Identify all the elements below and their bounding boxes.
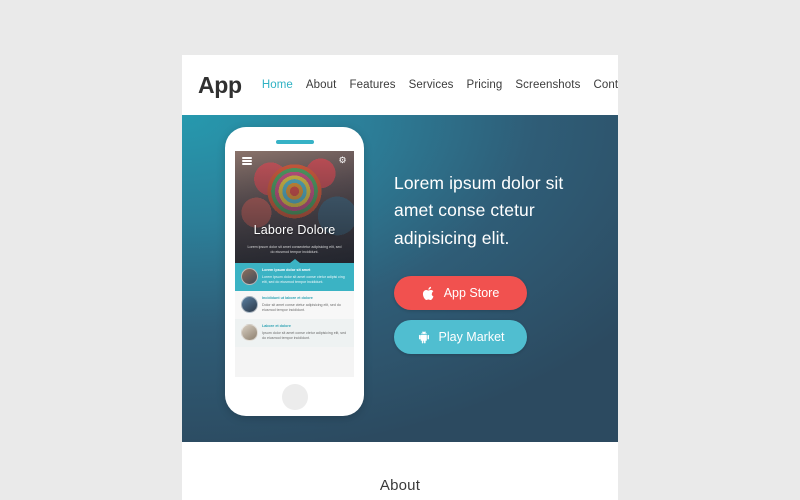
site-header: App Home About Features Services Pricing…	[182, 55, 618, 115]
list-item-title: Labore et dolore	[262, 324, 291, 329]
hamburger-menu-icon[interactable]	[242, 157, 252, 165]
avatar	[241, 268, 258, 285]
play-market-button[interactable]: Play Market	[394, 320, 527, 354]
list-item[interactable]: Incididunt ut labore et dolore Dolor sit…	[235, 291, 354, 320]
list-item-title: Incididunt ut labore et dolore	[262, 296, 313, 301]
gear-icon[interactable]: ⚙	[338, 156, 347, 165]
hero-actions: App Store Play Market	[394, 276, 527, 354]
about-section: About	[182, 442, 618, 500]
play-market-label: Play Market	[438, 330, 505, 344]
avatar	[241, 296, 258, 314]
phone-screen-subtitle: Lorem ipsum dolor sit amet consectetur a…	[247, 244, 342, 255]
nav-link-contact[interactable]: Contact	[593, 79, 618, 91]
hero-copy: Lorem ipsum dolor sit amet conse ctetur …	[394, 170, 594, 252]
brand-logo[interactable]: App	[198, 73, 242, 97]
phone-screen-title: Labore Dolore	[253, 223, 336, 237]
list-item[interactable]: Lorem ipsum dolor sit amet Lorem ipsum d…	[235, 263, 354, 292]
main-nav: Home About Features Services Pricing Scr…	[262, 79, 618, 91]
app-store-label: App Store	[443, 286, 500, 300]
nav-link-about[interactable]: About	[306, 79, 337, 91]
list-item-text: Ipsum dolor sit amet conse ctetur adipis…	[262, 330, 347, 341]
page-card: App Home About Features Services Pricing…	[182, 55, 618, 500]
list-item-title: Lorem ipsum dolor sit amet	[262, 268, 311, 272]
nav-link-services[interactable]: Services	[409, 79, 454, 91]
phone-home-button[interactable]	[281, 384, 308, 410]
nav-link-features[interactable]: Features	[349, 79, 395, 91]
apple-icon	[422, 286, 436, 301]
app-store-button[interactable]: App Store	[394, 276, 527, 310]
about-title: About	[379, 477, 421, 494]
phone-screen-photo: ⚙ Labore Dolore Lorem ipsum dolor sit am…	[235, 151, 354, 263]
list-item-text: Dolor sit amet conse ctetur adipisicing …	[262, 302, 341, 313]
list-item-body: Lorem ipsum dolor sit amet Lorem ipsum d…	[262, 268, 348, 286]
list-item-text: Lorem ipsum dolor sit amet conse ctetur …	[262, 274, 345, 285]
nav-link-pricing[interactable]: Pricing	[467, 79, 503, 91]
nav-link-screenshots[interactable]: Screenshots	[515, 79, 580, 91]
list-item-body: Labore et dolore Ipsum dolor sit amet co…	[262, 324, 348, 342]
phone-speaker	[275, 140, 314, 144]
android-icon	[417, 330, 431, 345]
phone-screen: ⚙ Labore Dolore Lorem ipsum dolor sit am…	[235, 151, 354, 377]
list-item-body: Incididunt ut labore et dolore Dolor sit…	[262, 296, 348, 314]
phone-mockup: ⚙ Labore Dolore Lorem ipsum dolor sit am…	[225, 127, 364, 416]
nav-link-home[interactable]: Home	[262, 79, 293, 91]
hero-section: ⚙ Labore Dolore Lorem ipsum dolor sit am…	[182, 115, 618, 442]
hero-headline: Lorem ipsum dolor sit amet conse ctetur …	[394, 173, 564, 248]
list-item[interactable]: Labore et dolore Ipsum dolor sit amet co…	[235, 319, 354, 348]
avatar	[241, 324, 258, 342]
